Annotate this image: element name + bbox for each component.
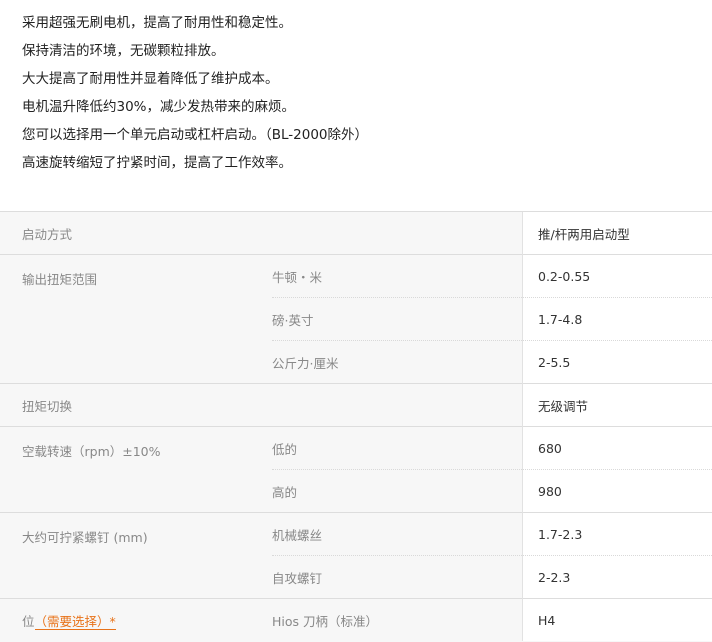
spec-value: 680 [523, 427, 712, 470]
spec-row-bit: 位（需要选择）* Hios 刀柄（标准） H4 [0, 599, 712, 642]
feature-item: 高速旋转缩短了拧紧时间，提高了工作效率。 [22, 149, 702, 177]
spec-label: 扭矩切换 [0, 384, 272, 427]
spec-label: 位 [22, 614, 35, 629]
spec-row-idle-speed: 空载转速（rpm）±10% 低的 680 [0, 427, 712, 470]
spec-unit: 自攻螺钉 [272, 556, 523, 599]
spec-label-cell: 位（需要选择）* [0, 599, 272, 642]
spec-label: 空载转速（rpm）±10% [0, 427, 272, 513]
spec-unit: Hios 刀柄（标准） [272, 599, 523, 642]
feature-item: 采用超强无刷电机，提高了耐用性和稳定性。 [22, 9, 702, 37]
spec-label: 大约可拧紧螺钉 (mm) [0, 513, 272, 599]
selection-required-link[interactable]: （需要选择）* [35, 614, 116, 630]
spec-value: 推/杆两用启动型 [523, 212, 712, 255]
spec-label: 输出扭矩范围 [0, 255, 272, 384]
spec-unit: 牛顿・米 [272, 255, 523, 298]
feature-item: 电机温升降低约30%，减少发热带来的麻烦。 [22, 93, 702, 121]
spec-unit: 磅·英寸 [272, 298, 523, 341]
feature-item: 保持清洁的环境，无碳颗粒排放。 [22, 37, 702, 65]
spec-unit: 低的 [272, 427, 523, 470]
spec-unit [272, 212, 523, 255]
spec-label: 启动方式 [0, 212, 272, 255]
spec-row-screw-size: 大约可拧紧螺钉 (mm) 机械螺丝 1.7-2.3 [0, 513, 712, 556]
spec-row-start-method: 启动方式 推/杆两用启动型 [0, 212, 712, 255]
spec-row-torque-range: 输出扭矩范围 牛顿・米 0.2-0.55 [0, 255, 712, 298]
feature-list: 采用超强无刷电机，提高了耐用性和稳定性。 保持清洁的环境，无碳颗粒排放。 大大提… [22, 9, 702, 177]
spec-unit: 公斤力·厘米 [272, 341, 523, 384]
spec-unit [272, 384, 523, 427]
feature-item: 您可以选择用一个单元启动或杠杆启动。（BL-2000除外） [22, 121, 702, 149]
spec-table: 启动方式 推/杆两用启动型 输出扭矩范围 牛顿・米 0.2-0.55 磅·英寸 … [0, 211, 712, 642]
feature-item: 大大提高了耐用性并显着降低了维护成本。 [22, 65, 702, 93]
spec-value: 0.2-0.55 [523, 255, 712, 298]
spec-row-torque-switch: 扭矩切换 无级调节 [0, 384, 712, 427]
spec-value: 2-2.3 [523, 556, 712, 599]
spec-value: 1.7-4.8 [523, 298, 712, 341]
spec-value: 无级调节 [523, 384, 712, 427]
spec-value: 1.7-2.3 [523, 513, 712, 556]
spec-unit: 机械螺丝 [272, 513, 523, 556]
spec-value: 2-5.5 [523, 341, 712, 384]
spec-unit: 高的 [272, 470, 523, 513]
spec-value: 980 [523, 470, 712, 513]
spec-value: H4 [523, 599, 712, 642]
